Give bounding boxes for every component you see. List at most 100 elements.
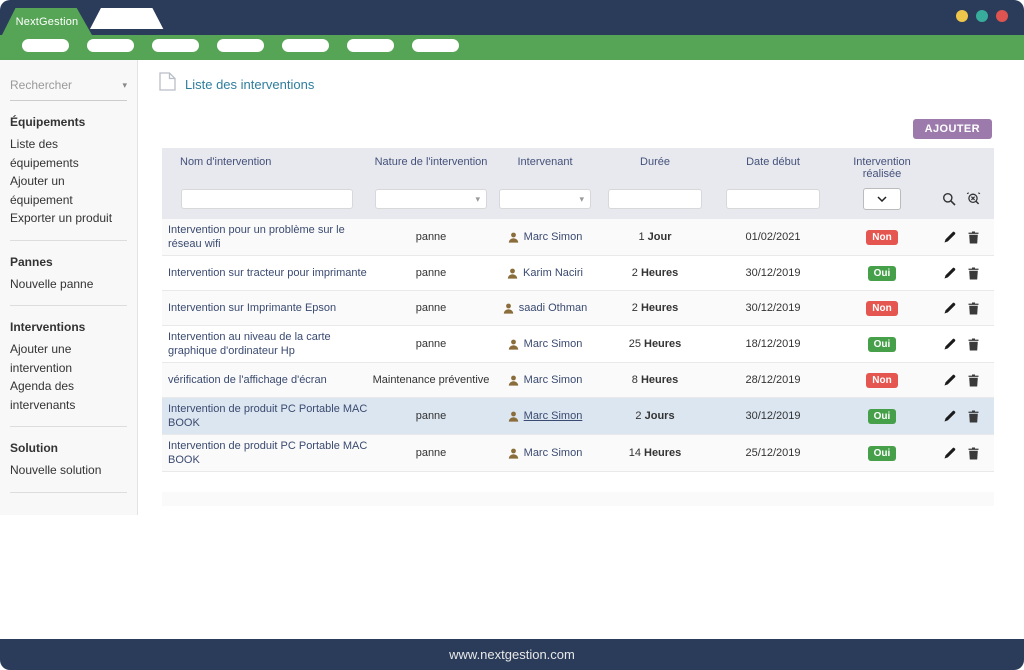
nav-pill-2[interactable]	[87, 39, 134, 52]
nav-pill-6[interactable]	[347, 39, 394, 52]
intervenant-link[interactable]: Marc Simon	[490, 447, 600, 459]
nav-pill-4[interactable]	[217, 39, 264, 52]
brand-tab[interactable]: NextGestion	[2, 8, 92, 35]
window-dot-3[interactable]	[996, 10, 1008, 22]
main-navbar	[0, 35, 1024, 60]
table-row: Intervention de produit PC Portable MAC …	[162, 435, 994, 472]
trash-icon[interactable]	[968, 267, 979, 280]
trash-icon[interactable]	[968, 338, 979, 351]
realisee-cell: Non	[836, 301, 928, 316]
intervenant-link[interactable]: saadi Othman	[490, 302, 600, 314]
clear-search-icon[interactable]	[966, 192, 981, 206]
table-filter-row: ▾ ▾	[162, 188, 994, 210]
intervenant-link[interactable]: Marc Simon	[490, 231, 600, 243]
nav-pill-1[interactable]	[22, 39, 69, 52]
duree-unit: Jours	[645, 410, 675, 422]
intervention-date: 18/12/2019	[710, 338, 836, 350]
main-panel: Liste des interventions AJOUTER Nom d'in…	[138, 60, 1024, 515]
sidebar-section: SolutionNouvelle solution	[10, 427, 127, 493]
intervention-date: 30/12/2019	[710, 410, 836, 422]
page-head: Liste des interventions	[159, 72, 314, 96]
row-actions	[928, 267, 994, 280]
pencil-icon[interactable]	[944, 338, 956, 350]
intervention-name-link[interactable]: Intervention de produit PC Portable MAC …	[162, 439, 372, 467]
filter-nom-input[interactable]	[181, 189, 353, 209]
table-row: Intervention au niveau de la carte graph…	[162, 326, 994, 363]
pencil-icon[interactable]	[944, 410, 956, 422]
trash-icon[interactable]	[968, 231, 979, 244]
realisee-cell: Oui	[836, 446, 928, 461]
intervenant-name: Marc Simon	[524, 447, 583, 459]
window-dot-2[interactable]	[976, 10, 988, 22]
intervention-duree: 8 Heures	[600, 374, 710, 386]
filter-nature-select[interactable]: ▾	[375, 189, 487, 209]
intervention-name-link[interactable]: Intervention de produit PC Portable MAC …	[162, 402, 372, 430]
trash-icon[interactable]	[968, 410, 979, 423]
intervenant-link[interactable]: Marc Simon	[490, 338, 600, 350]
nav-pill-7[interactable]	[412, 39, 459, 52]
sidebar-item[interactable]: Exporter un produit	[10, 209, 127, 228]
add-intervention-button[interactable]: AJOUTER	[913, 119, 992, 139]
status-badge: Non	[866, 373, 897, 388]
pencil-icon[interactable]	[944, 447, 956, 459]
sidebar-item[interactable]: Nouvelle solution	[10, 461, 127, 480]
sidebar-item[interactable]: Ajouter une intervention	[10, 340, 127, 377]
nav-pill-3[interactable]	[152, 39, 199, 52]
footer-url: www.nextgestion.com	[449, 647, 575, 662]
status-badge: Non	[866, 230, 897, 245]
intervention-nature: panne	[372, 447, 490, 459]
table-row: Intervention sur Imprimante Epsonpannesa…	[162, 291, 994, 326]
column-header: Nature de l'intervention	[372, 156, 490, 180]
sidebar-search-placeholder: Rechercher	[10, 78, 72, 92]
status-badge: Oui	[868, 409, 897, 424]
intervenant-link[interactable]: Marc Simon	[490, 374, 600, 386]
intervention-nature: panne	[372, 410, 490, 422]
table-row: Intervention pour un problème sur le rés…	[162, 219, 994, 256]
search-icon[interactable]	[942, 192, 956, 206]
sidebar-item[interactable]: Ajouter un équipement	[10, 172, 127, 209]
column-header: Intervenant	[490, 156, 600, 180]
sidebar-search-select[interactable]: Rechercher ▾	[10, 76, 127, 101]
duree-unit: Heures	[641, 374, 678, 386]
trash-icon[interactable]	[968, 302, 979, 315]
intervention-nature: panne	[372, 338, 490, 350]
pencil-icon[interactable]	[944, 267, 956, 279]
intervenant-link[interactable]: Marc Simon	[490, 410, 600, 422]
intervenant-name: saadi Othman	[519, 302, 587, 314]
nav-pill-5[interactable]	[282, 39, 329, 52]
app-window: NextGestion Rechercher ▾ ÉquipementsList…	[0, 0, 1024, 670]
filter-date-input[interactable]	[726, 189, 820, 209]
row-actions	[928, 374, 994, 387]
trash-icon[interactable]	[968, 447, 979, 460]
filter-duree-input[interactable]	[608, 189, 702, 209]
chevron-down-icon: ▾	[579, 194, 584, 205]
filter-realisee-select[interactable]	[863, 188, 901, 210]
filter-intervenant-select[interactable]: ▾	[499, 189, 591, 209]
pencil-icon[interactable]	[944, 374, 956, 386]
intervention-name-link[interactable]: Intervention sur Imprimante Epson	[162, 301, 372, 315]
intervenant-name: Marc Simon	[524, 338, 583, 350]
sidebar-section-title: Interventions	[10, 320, 127, 334]
intervention-date: 25/12/2019	[710, 447, 836, 459]
trash-icon[interactable]	[968, 374, 979, 387]
pencil-icon[interactable]	[944, 231, 956, 243]
sidebar-section-title: Pannes	[10, 255, 127, 269]
intervention-name-link[interactable]: Intervention pour un problème sur le rés…	[162, 223, 372, 251]
sidebar-item[interactable]: Nouvelle panne	[10, 275, 127, 294]
intervention-name-link[interactable]: Intervention sur tracteur pour imprimant…	[162, 266, 372, 280]
intervenant-link[interactable]: Karim Naciri	[490, 267, 600, 279]
intervenant-name: Marc Simon	[524, 231, 583, 243]
column-header: Nom d'intervention	[162, 156, 372, 180]
window-dot-1[interactable]	[956, 10, 968, 22]
sidebar-item[interactable]: Liste des équipements	[10, 135, 127, 172]
intervention-duree: 2 Heures	[600, 267, 710, 279]
intervention-name-link[interactable]: vérification de l'affichage d'écran	[162, 373, 372, 387]
realisee-cell: Oui	[836, 337, 928, 352]
intervention-name-link[interactable]: Intervention au niveau de la carte graph…	[162, 330, 372, 358]
sidebar-item[interactable]: Agenda des intervenants	[10, 377, 127, 414]
pencil-icon[interactable]	[944, 302, 956, 314]
chevron-down-icon	[877, 196, 887, 202]
chevron-down-icon: ▾	[475, 194, 480, 205]
realisee-cell: Non	[836, 373, 928, 388]
intervention-duree: 25 Heures	[600, 338, 710, 350]
